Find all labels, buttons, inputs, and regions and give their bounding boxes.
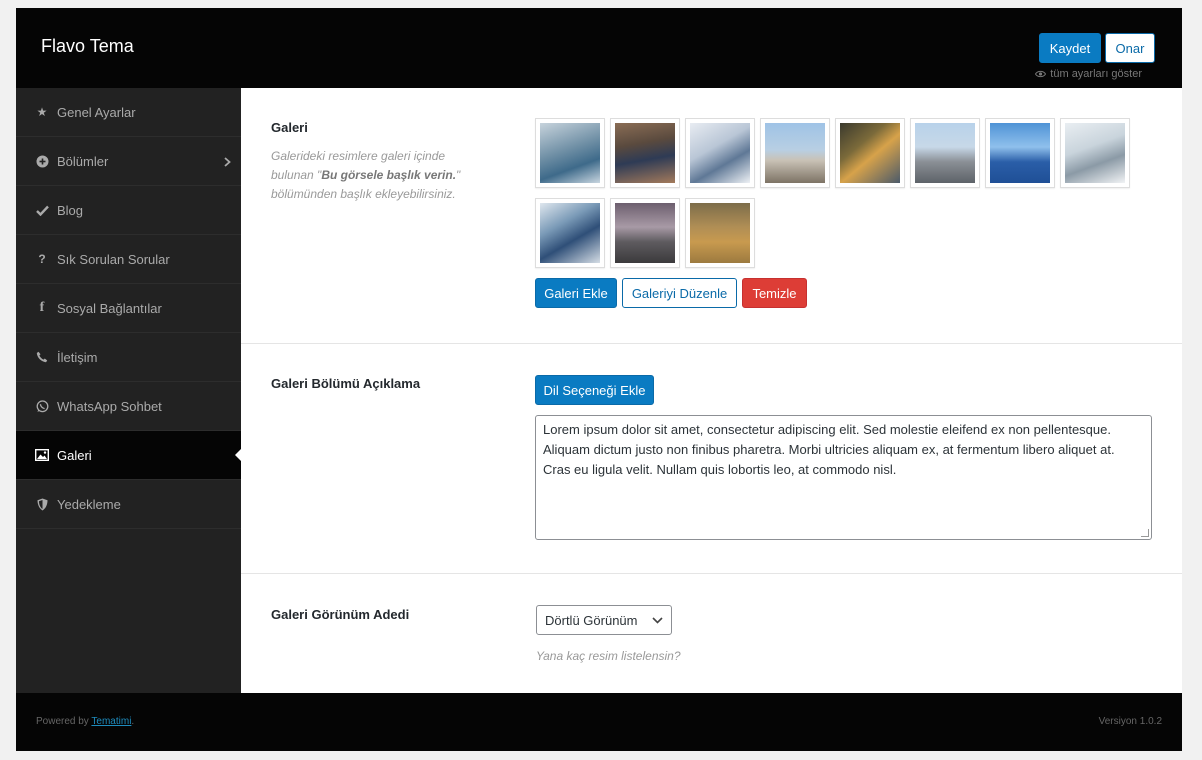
sidebar-item-label: Galeri: [57, 447, 92, 463]
image-icon: [35, 448, 49, 462]
powered-by: Powered by Tematimi.: [36, 716, 135, 727]
gallery-thumbnail[interactable]: [610, 118, 680, 188]
clear-gallery-button[interactable]: Temizle: [742, 278, 807, 308]
sidebar-item-bolumler[interactable]: Bölümler: [16, 137, 241, 186]
plus-circle-icon: [35, 154, 49, 168]
reset-button[interactable]: Onar: [1105, 33, 1155, 63]
main-content: Galeri Galerideki resimlere galeri içind…: [241, 88, 1182, 693]
gallery-thumbnail[interactable]: [835, 118, 905, 188]
gallery-thumbnail[interactable]: [760, 118, 830, 188]
gallery-thumbnail[interactable]: [535, 118, 605, 188]
footer: Powered by Tematimi. Versiyon 1.0.2: [16, 693, 1182, 751]
sidebar-item-label: Bölümler: [57, 153, 109, 169]
save-button[interactable]: Kaydet: [1039, 33, 1101, 63]
top-bar: Flavo Tema Kaydet Onar tüm ayarları göst…: [16, 8, 1182, 88]
chevron-right-icon: [224, 155, 231, 170]
star-icon: ★: [36, 105, 48, 119]
gallery-section: Galeri Galerideki resimlere galeri içind…: [241, 88, 1182, 344]
select-value: Dörtlü Görünüm: [545, 612, 638, 628]
check-icon: [35, 203, 49, 217]
sidebar-item-label: Sık Sorulan Sorular: [57, 251, 170, 267]
sidebar-item-label: Sosyal Bağlantılar: [57, 300, 162, 316]
gallery-thumbnail[interactable]: [985, 118, 1055, 188]
sidebar-item-sosyal[interactable]: f Sosyal Bağlantılar: [16, 284, 241, 333]
sidebar-item-genel-ayarlar[interactable]: ★ Genel Ayarlar: [16, 88, 241, 137]
gallery-description: Galerideki resimlere galeri içinde bulun…: [271, 149, 461, 201]
sidebar-item-label: Blog: [57, 202, 84, 218]
sidebar-item-iletisim[interactable]: İletişim: [16, 333, 241, 382]
sidebar-item-label: İletişim: [57, 349, 98, 365]
gallery-thumbnail[interactable]: [685, 118, 755, 188]
sidebar-item-label: Genel Ayarlar: [57, 104, 136, 120]
sidebar-item-sss[interactable]: ? Sık Sorulan Sorular: [16, 235, 241, 284]
view-count-select[interactable]: Dörtlü Görünüm: [536, 605, 672, 635]
panel-title: Flavo Tema: [41, 36, 134, 56]
gallery-thumbnail[interactable]: [535, 198, 605, 268]
sidebar-item-whatsapp[interactable]: WhatsApp Sohbet: [16, 382, 241, 431]
facebook-icon: f: [39, 300, 45, 315]
view-count-label: Galeri Görünüm Adedi: [271, 607, 410, 622]
eye-icon: [1035, 70, 1047, 78]
add-language-button[interactable]: Dil Seçeneği Ekle: [535, 375, 654, 405]
show-all-settings-link[interactable]: tüm ayarları göster: [1035, 68, 1142, 80]
sidebar-item-label: WhatsApp Sohbet: [57, 398, 162, 414]
gallery-thumbnail[interactable]: [910, 118, 980, 188]
tematimi-link[interactable]: Tematimi: [91, 716, 131, 727]
description-label: Galeri Bölümü Açıklama: [271, 376, 421, 391]
gallery-thumbnail[interactable]: [1060, 118, 1130, 188]
description-textarea[interactable]: Lorem ipsum dolor sit amet, consectetur …: [535, 415, 1152, 540]
add-gallery-button[interactable]: Galeri Ekle: [535, 278, 617, 308]
question-icon: ?: [38, 252, 46, 266]
gallery-thumbnail[interactable]: [685, 198, 755, 268]
sidebar-item-yedekleme[interactable]: Yedekleme: [16, 480, 241, 529]
sidebar: ★ Genel Ayarlar Bölümler Blog ? Sık Soru…: [16, 88, 241, 693]
shield-icon: [35, 497, 49, 511]
description-section: Galeri Bölümü Açıklama Dil Seçeneği Ekle…: [241, 344, 1182, 574]
resize-handle[interactable]: [1141, 529, 1149, 537]
view-count-section: Galeri Görünüm Adedi Dörtlü Görünüm Yana…: [241, 574, 1182, 693]
sidebar-item-galeri[interactable]: Galeri: [16, 431, 241, 480]
chevron-down-icon: [652, 616, 663, 624]
options-panel: Flavo Tema Kaydet Onar tüm ayarları göst…: [16, 8, 1182, 751]
gallery-label: Galeri: [271, 120, 308, 135]
sidebar-item-blog[interactable]: Blog: [16, 186, 241, 235]
show-all-label: tüm ayarları göster: [1050, 68, 1142, 80]
version-label: Versiyon 1.0.2: [1098, 716, 1162, 727]
gallery-thumbnail[interactable]: [610, 198, 680, 268]
edit-gallery-button[interactable]: Galeriyi Düzenle: [622, 278, 737, 308]
sidebar-item-label: Yedekleme: [57, 496, 121, 512]
view-count-hint: Yana kaç resim listelensin?: [536, 649, 681, 663]
phone-icon: [35, 350, 49, 364]
whatsapp-icon: [35, 399, 49, 413]
